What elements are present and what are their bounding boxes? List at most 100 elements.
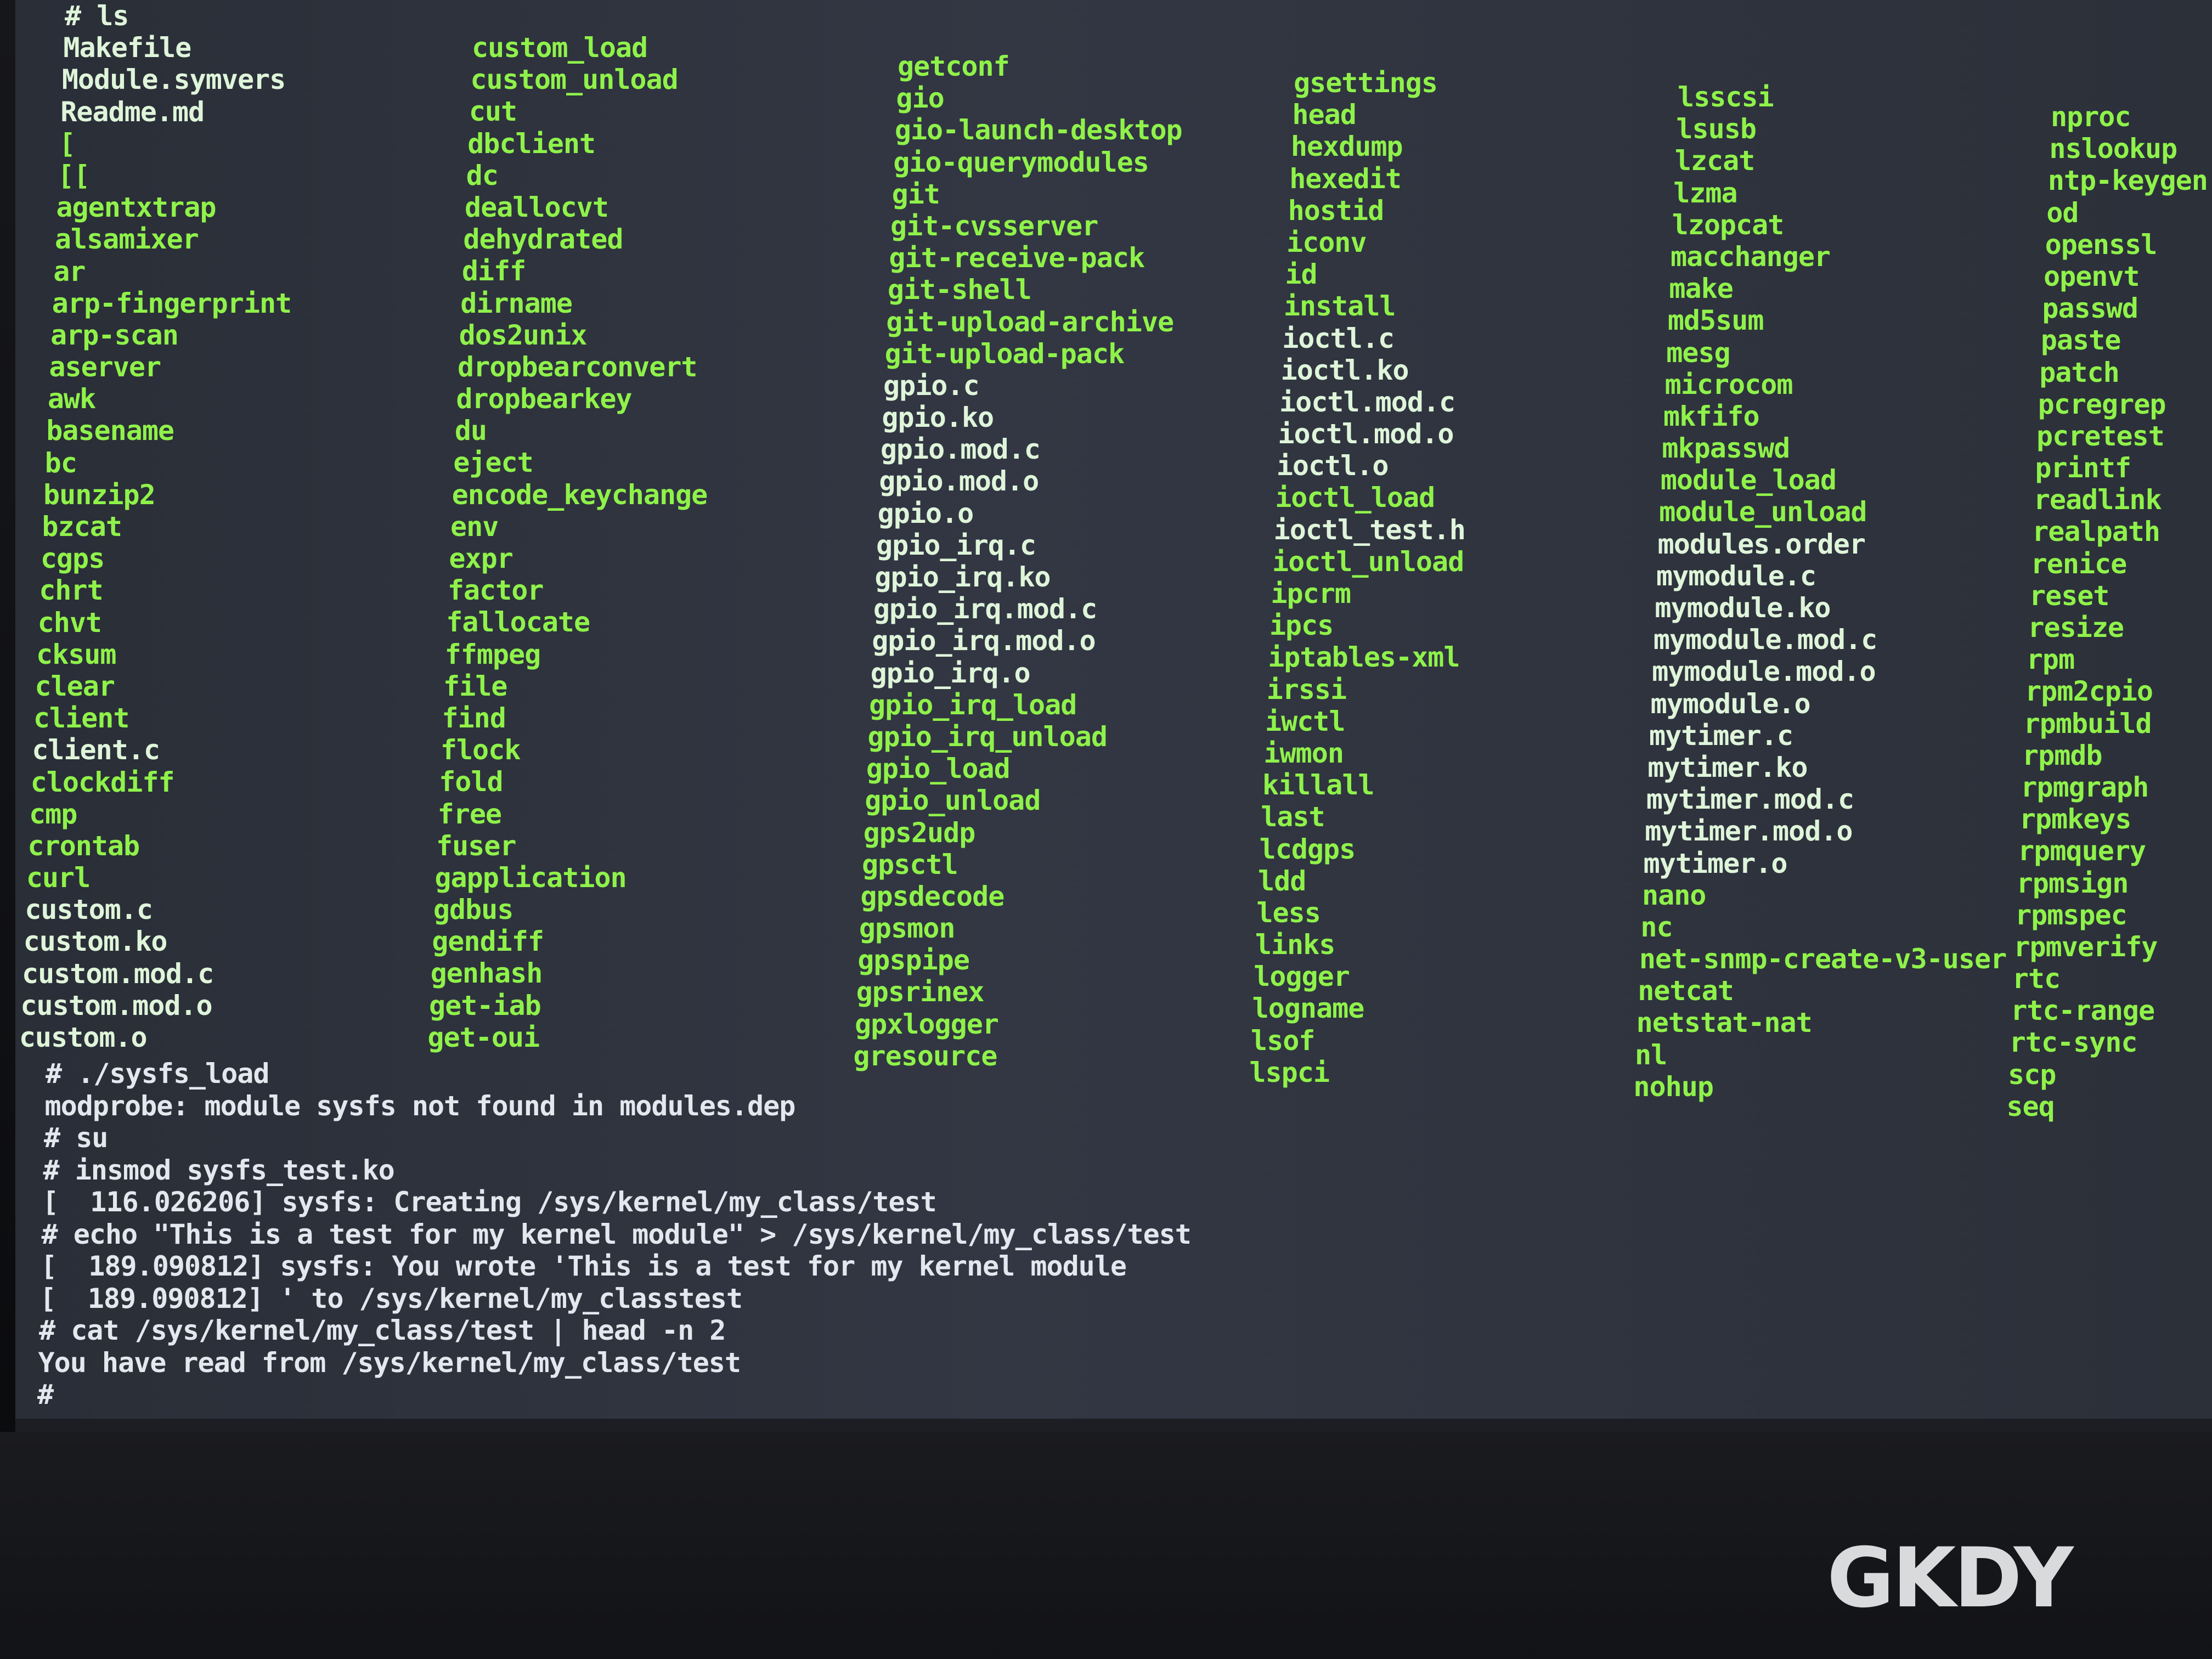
ls-entry: rpmspec: [2015, 899, 2128, 931]
ls-entry: reset: [2029, 579, 2110, 612]
ls-entry: free: [437, 798, 502, 830]
ls-entry: gps2udp: [863, 816, 976, 849]
ls-entry: md5sum: [1667, 304, 1764, 337]
ls-column-1: # ls Makefile Module.symvers Readme.md[[[ag…: [19, 0, 460, 1053]
ls-entry: ioctl_test.h: [1273, 514, 1466, 546]
ls-entry: ioctl_unload: [1272, 545, 1464, 578]
ls-entry: netstat-nat: [1636, 1007, 1813, 1039]
ls-entry: gpio_irq.mod.c: [873, 593, 1097, 625]
ls-entry: custom.o: [19, 1022, 148, 1053]
ls-entry: gio-launch-desktop: [894, 114, 1183, 146]
ls-entry: gpio_irq_load: [869, 689, 1077, 721]
ls-entry: rpmgraph: [2021, 771, 2149, 803]
ls-entry: gpsmon: [859, 912, 956, 945]
ls-entry: lsscsi: [1678, 81, 1774, 113]
ls-entry: mymodule.c: [1656, 560, 1816, 592]
ls-entry: gio-querymodules: [893, 146, 1149, 178]
ls-entry: gpio_irq.ko: [874, 561, 1051, 593]
ls-entry: mytimer.ko: [1647, 751, 1808, 783]
ls-entry: gpio_irq.o: [870, 657, 1031, 689]
ls-entry: flock: [440, 734, 521, 766]
ls-entry: mymodule.o: [1650, 687, 1811, 720]
ls-entry: Module.symvers: [61, 64, 286, 96]
ls-entry: ioctl.c: [1282, 322, 1395, 354]
ls-output: # ls Makefile Module.symvers Readme.md[[[ag…: [19, 0, 2208, 1122]
ls-entry: nano: [1642, 879, 1706, 911]
ls-entry: git-cvsserver: [890, 210, 1098, 242]
ls-entry: dos2unix: [459, 319, 588, 351]
ls-entry: iwmon: [1263, 737, 1344, 769]
ls-entry: iconv: [1286, 226, 1367, 258]
ls-column-3: getconf gio gio-launch-desktop gio-querymod…: [853, 50, 1293, 1072]
ls-entry: custom.ko: [23, 926, 168, 958]
ls-entry: curl: [26, 862, 91, 894]
ls-entry: lzcat: [1674, 145, 1756, 177]
ls-entry: gpsdecode: [860, 880, 1005, 912]
terminal-screen[interactable]: # ls Makefile Module.symvers Readme.md[[[ag…: [15, 0, 2212, 1432]
ls-entry: crontab: [27, 830, 140, 862]
ls-entry: custom_load: [472, 32, 648, 64]
ls-entry: arp-fingerprint: [52, 287, 292, 319]
ls-entry: gpio_irq.mod.o: [872, 625, 1096, 657]
ls-entry: alsamixer: [54, 223, 199, 256]
ls-entry: gpio_unload: [865, 785, 1041, 817]
ls-entry: dbclient: [467, 127, 596, 160]
console-line: [ 116.026206] sysfs: Creating /sys/kerne…: [42, 1186, 937, 1218]
ls-entry: # ls: [65, 0, 129, 32]
ls-entry: rtc: [2012, 963, 2061, 995]
ls-entry: gpio.o: [877, 497, 974, 529]
ls-entry: du: [454, 415, 487, 447]
ls-entry: custom.mod.c: [22, 957, 214, 990]
ls-entry: rpmbuild: [2023, 707, 2152, 740]
ls-entry: gapplication: [435, 861, 627, 894]
ls-entry: passwd: [2042, 292, 2138, 325]
ls-entry: ntp-keygen: [2047, 165, 2208, 197]
ls-entry: bunzip2: [43, 478, 156, 511]
ls-entry: ioctl.o: [1276, 450, 1389, 482]
ls-entry: pcretest: [2036, 420, 2165, 452]
ls-entry: install: [1283, 290, 1396, 323]
ls-entry: Readme.md: [60, 95, 205, 128]
ls-entry: lsusb: [1676, 113, 1757, 145]
ls-entry: git-upload-pack: [884, 337, 1125, 370]
ls-entry: od: [2046, 196, 2079, 229]
ls-entry: custom.c: [25, 894, 153, 926]
ls-entry: patch: [2039, 356, 2120, 388]
console-line: # su: [44, 1122, 108, 1154]
ls-entry: ipcs: [1269, 610, 1334, 642]
console-line: # insmod sysfs_test.ko: [43, 1154, 395, 1186]
ls-entry: dirname: [460, 287, 573, 319]
ls-entry: openvt: [2044, 260, 2140, 292]
ls-entry: gpsrinex: [856, 976, 985, 1008]
ls-entry: pcregrep: [2038, 388, 2166, 420]
ls-entry: openssl: [2045, 228, 2158, 261]
ls-entry: ioctl_load: [1275, 482, 1435, 514]
ls-entry: env: [450, 510, 499, 543]
ls-entry: module_unload: [1659, 496, 1867, 528]
ls-entry: mymodule.mod.o: [1652, 656, 1876, 688]
ls-column-6: nproc nslookup ntp-keygen od openssl openvt pa…: [2006, 101, 2212, 1122]
ls-entry: mkfifo: [1663, 400, 1760, 432]
ls-entry: last: [1261, 801, 1325, 833]
ls-entry: gpxlogger: [855, 1008, 999, 1040]
ls-entry: clockdiff: [30, 766, 175, 798]
ls-entry: rtc-range: [2011, 995, 2155, 1027]
ls-entry: logger: [1254, 961, 1350, 993]
console-line: # ./sysfs_load: [46, 1058, 269, 1090]
ls-entry: file: [443, 670, 507, 702]
ls-entry: client: [33, 702, 130, 735]
ls-entry: rpmquery: [2018, 835, 2146, 867]
ls-entry: factor: [447, 574, 544, 607]
console-line: # echo "This is a test for my kernel mod…: [41, 1218, 1192, 1250]
ls-entry: mytimer.o: [1643, 847, 1788, 879]
ls-entry: custom_unload: [470, 64, 678, 96]
ls-entry: diff: [461, 255, 526, 287]
ls-entry: gpio_irq_unload: [867, 720, 1108, 753]
ls-entry: chvt: [37, 606, 102, 639]
ls-entry: paste: [2040, 324, 2121, 357]
ls-column-2: custom_load custom_unload cut dbclient dc dea…: [427, 32, 867, 1053]
ls-entry: fold: [439, 766, 503, 798]
ls-entry: gpio_irq.c: [876, 529, 1036, 561]
ls-entry: realpath: [2032, 516, 2160, 548]
ls-entry: mytimer.mod.c: [1646, 783, 1854, 816]
